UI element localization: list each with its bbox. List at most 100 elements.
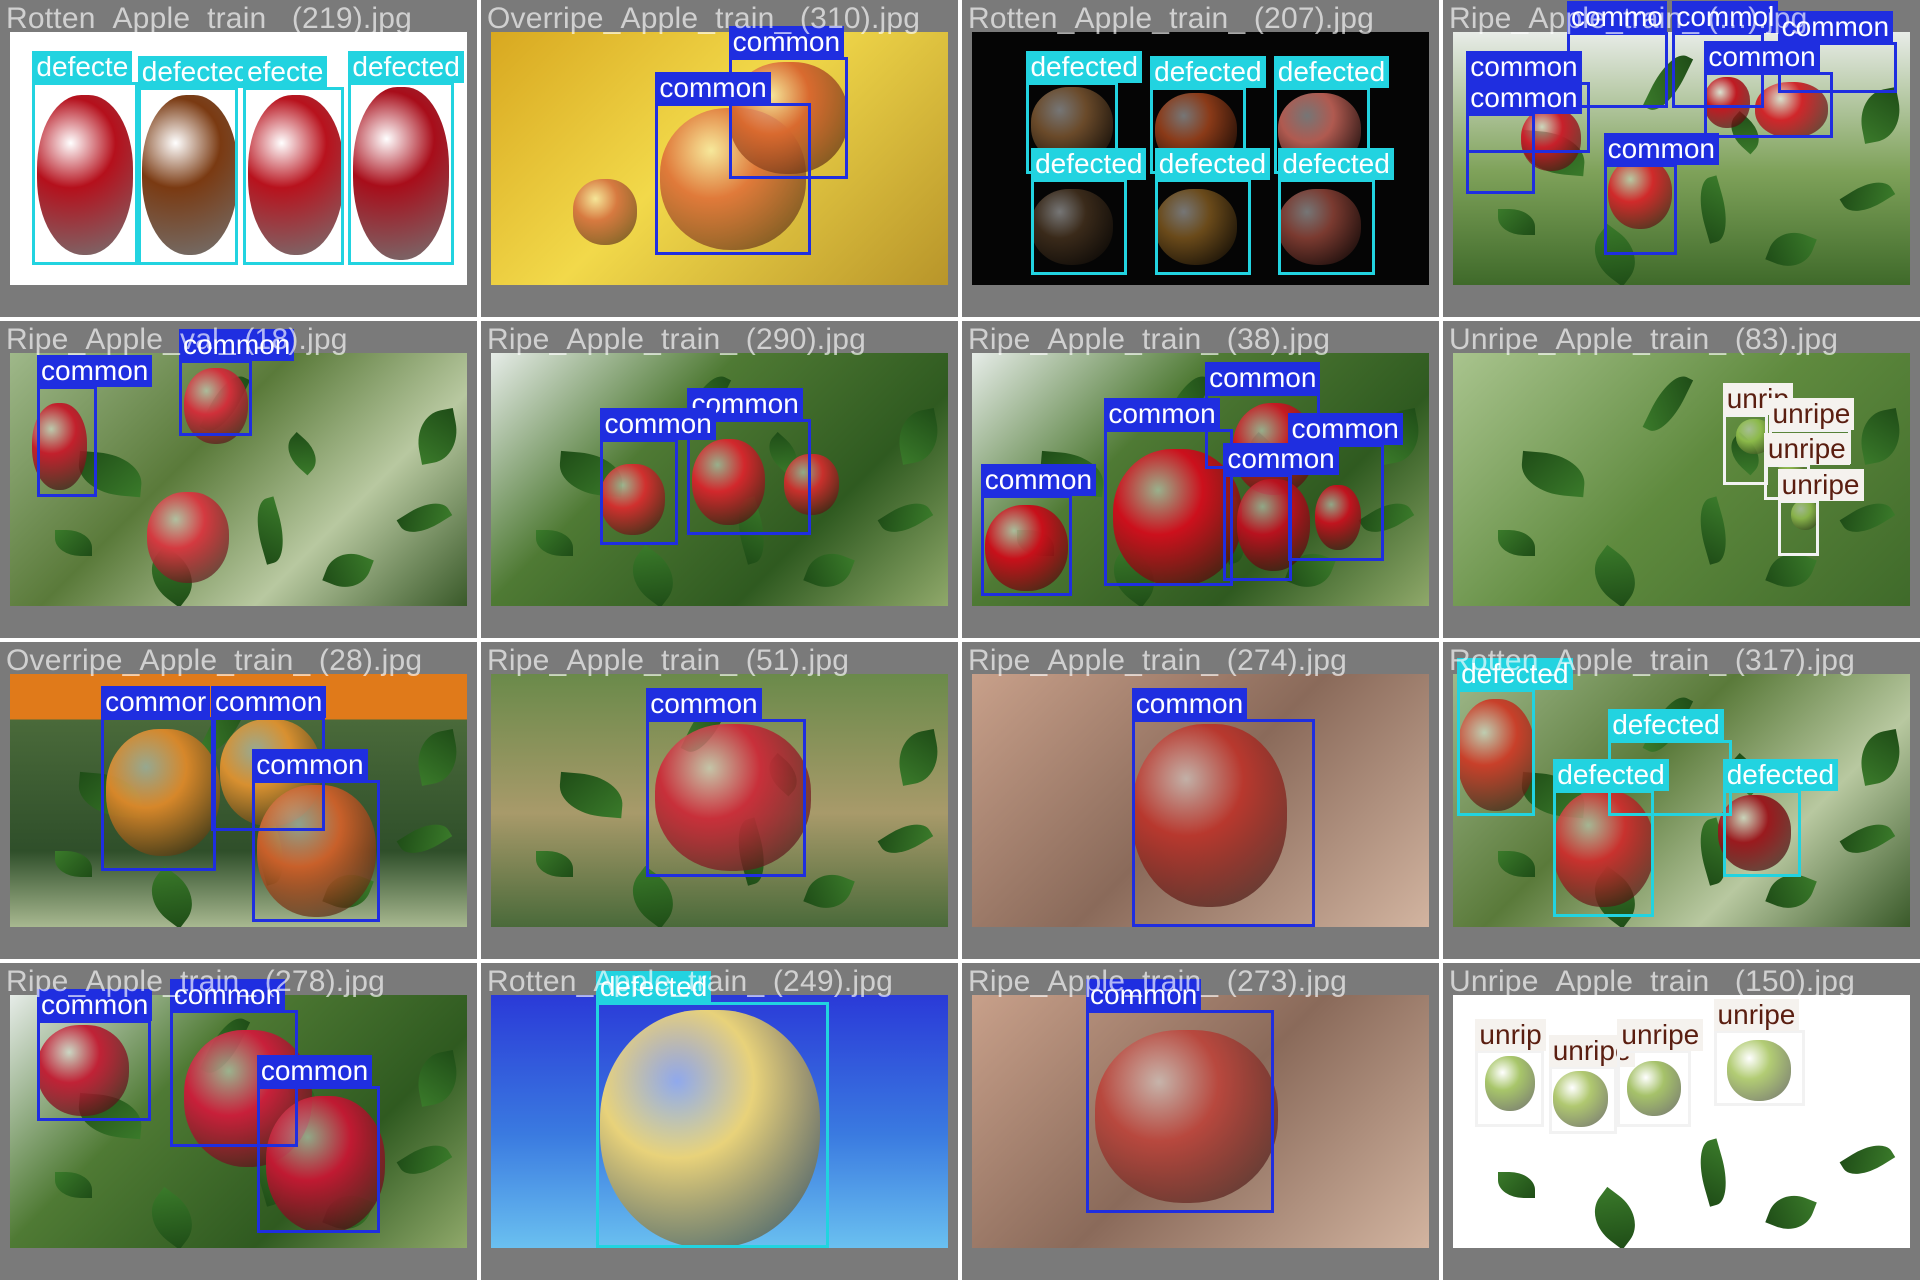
detection-box-common: common — [1223, 443, 1339, 581]
detection-label: common — [1205, 362, 1321, 395]
detection-label: common — [1466, 51, 1582, 84]
detection-label: unrip — [1475, 1019, 1546, 1052]
detection-label: common — [252, 749, 368, 782]
apple — [146, 492, 230, 584]
prediction-image-grid: defecte defected efecte defected Rotten_Appl… — [0, 0, 1920, 1280]
detection-box-common: common — [1603, 132, 1720, 255]
detection-box-common: common — [600, 407, 716, 546]
leaf-shape — [1692, 174, 1735, 244]
detection-label: unripe — [1713, 999, 1800, 1032]
tile-filename: Ripe_Apple_train_ (274).jpg — [968, 644, 1347, 677]
leaf-shape — [1692, 1137, 1735, 1207]
image-tile: defected defected defected defected Rotten_A… — [1443, 642, 1920, 959]
leaf-shape — [803, 867, 855, 917]
leaf-shape — [1498, 851, 1535, 877]
detection-label: defected — [1553, 759, 1669, 792]
detection-box-unripe: unripe — [1713, 999, 1806, 1107]
detection-box-common: common — [37, 354, 153, 498]
image-tile: common common common common common Ripe_Apple… — [962, 321, 1439, 638]
detection-box-common: common — [980, 463, 1097, 597]
detection-label: common — [1104, 397, 1220, 430]
detection-box-defected: defecte — [32, 51, 138, 265]
detection-label: defected — [348, 51, 464, 84]
tile-filename: Overripe_Apple_train_ (310).jpg — [487, 2, 921, 35]
leaf-shape — [1582, 544, 1648, 607]
detection-label: common — [646, 688, 762, 721]
detection-label: defected — [1031, 147, 1147, 180]
detection-box-unripe: unripe — [1777, 468, 1864, 556]
leaf-shape — [536, 851, 573, 877]
leaf-shape — [893, 728, 944, 786]
tile-filename: Ripe_Apple_train_ (…).jpg — [1449, 2, 1808, 35]
detection-label: defected — [137, 56, 254, 89]
leaf-shape — [412, 1049, 463, 1107]
detection-box-defected: defected — [1278, 147, 1394, 276]
detection-box-defected: defected — [595, 971, 830, 1249]
detection-label: common — [1131, 688, 1248, 721]
tile-filename: Rotten_Apple_train_ (207).jpg — [968, 2, 1375, 35]
image-tile: unrip unripe unripe unripe Unripe_Apple_trai… — [1443, 321, 1920, 638]
tile-filename: Ripe_Apple_train_ (278).jpg — [6, 965, 385, 998]
detection-box-common: common — [1131, 688, 1315, 928]
detection-box-defected: defected — [1031, 147, 1147, 276]
detection-box-defected: defected — [1154, 147, 1271, 276]
image-tile: common Ripe_Apple_train_ (273).jpg — [962, 963, 1439, 1280]
detection-label: common — [1223, 443, 1339, 476]
leaf-shape — [322, 546, 374, 596]
leaf-shape — [1855, 407, 1906, 465]
image-tile: defected Rotten_Apple_train_ (249).jpg — [481, 963, 958, 1280]
leaf-shape — [803, 546, 855, 596]
leaf-shape — [412, 407, 463, 465]
detection-label: common — [655, 71, 771, 104]
leaf-shape — [1498, 209, 1535, 235]
image-tile: common Ripe_Apple_train_ (51).jpg — [481, 642, 958, 959]
leaf-shape — [1498, 1172, 1535, 1198]
detection-box-common: common — [1104, 397, 1233, 586]
leaf-shape — [876, 814, 934, 863]
detection-label: defected — [1278, 147, 1394, 180]
image-tile: common Ripe_Apple_train_ (274).jpg — [962, 642, 1439, 959]
detection-box-common: commor — [101, 685, 216, 872]
image-tile: common common common Ripe_Apple_train_ (278… — [0, 963, 477, 1280]
detection-label: common — [37, 354, 153, 387]
image-tile: commor common common Overripe_Apple_train_ … — [0, 642, 477, 959]
leaf-shape — [620, 544, 686, 607]
leaf-shape — [395, 814, 453, 863]
leaf-shape — [55, 1172, 92, 1198]
image-tile: unrip unripe unripe unripe Unripe_Apple_trai… — [1443, 963, 1920, 1280]
image-tile: common common Ripe_Apple_train_ (290).jpg — [481, 321, 958, 638]
leaf-shape — [55, 530, 92, 556]
leaf-shape — [893, 407, 944, 465]
detection-label: defected — [1273, 56, 1390, 89]
leaf-shape — [55, 851, 92, 877]
detection-label: commor — [101, 685, 211, 718]
leaf-shape — [1838, 172, 1896, 221]
tile-filename: Ripe_Apple_train_ (273).jpg — [968, 965, 1347, 998]
detection-label: defected — [1154, 147, 1271, 180]
detection-box-defected: defected — [348, 51, 464, 265]
leaf-shape — [139, 865, 205, 928]
detection-box-common: common — [646, 688, 807, 877]
detection-label: common — [256, 1054, 373, 1087]
tile-filename: Ripe_Apple_train_ (290).jpg — [487, 323, 866, 356]
leaf-shape — [1838, 1135, 1896, 1184]
tile-filename: Rotten_Apple_train_ (317).jpg — [1449, 644, 1856, 677]
tile-filename: Ripe_Apple_train_ (38).jpg — [968, 323, 1331, 356]
leaf-shape — [1765, 225, 1817, 275]
leaf-shape — [412, 728, 463, 786]
detection-label: common — [1287, 412, 1403, 445]
detection-label: defected — [1026, 51, 1142, 84]
image-tile: defecte defected efecte defected Rotten_Appl… — [0, 0, 477, 317]
leaf-shape — [1838, 814, 1896, 863]
detection-label: common — [980, 463, 1097, 496]
leaf-shape — [395, 1135, 453, 1184]
leaf-shape — [1692, 495, 1735, 565]
detection-box-unripe: unripe — [1617, 1019, 1704, 1127]
tile-filename: Unripe_Apple_train_ (150).jpg — [1449, 965, 1856, 998]
detection-label: unripe — [1768, 397, 1855, 430]
tile-filename: Rotten_Apple_train_ (219).jpg — [6, 2, 413, 35]
detection-label: efecte — [243, 56, 328, 89]
leaf-shape — [1855, 728, 1906, 786]
leaf-shape — [395, 493, 453, 542]
detection-label: unripe — [1777, 468, 1864, 501]
